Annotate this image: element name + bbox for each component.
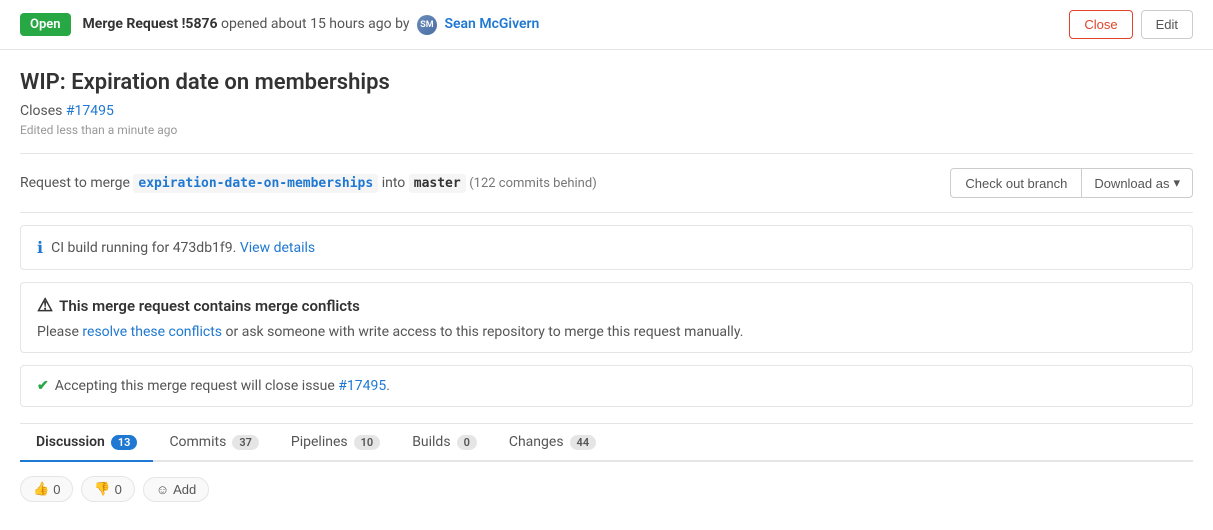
commits-behind: (122 commits behind) [469,176,597,191]
close-issue-box: ✔ Accepting this merge request will clos… [20,365,1193,407]
close-issue-before: Accepting this merge request will close … [55,378,339,394]
top-bar: Open Merge Request !5876 opened about 15… [0,0,1213,50]
download-label: Download as [1094,176,1169,191]
tab-label: Builds [412,434,450,450]
issue-link[interactable]: #17495 [338,378,386,394]
tab-commits[interactable]: Commits 37 [153,424,274,462]
avatar: SM [417,15,437,35]
warning-icon: ⚠ [37,295,53,316]
mr-meta-text: Merge Request !5876 opened about 15 hour… [83,16,540,32]
reaction-button[interactable]: 👍0 [20,476,73,502]
reactions: 👍0👎0☺Add [20,462,1193,510]
smiley-icon: ☺ [156,482,169,497]
tab-changes[interactable]: Changes 44 [493,424,612,462]
ci-box: ℹ CI build running for 473db1f9. View de… [20,225,1193,270]
top-bar-meta: Merge Request !5876 opened about 15 hour… [83,15,1070,35]
edit-button[interactable]: Edit [1141,10,1193,39]
author-link[interactable]: Sean McGivern [444,16,539,32]
tab-count: 44 [570,435,597,450]
closes-link[interactable]: #17495 [66,103,114,119]
chevron-down-icon: ▾ [1173,175,1180,191]
mr-opened-text: opened about 15 hours ago by [221,16,413,32]
closes-prefix: Closes [20,103,66,119]
tab-pipelines[interactable]: Pipelines 10 [275,424,396,462]
merge-actions: Check out branch Download as ▾ [950,168,1193,198]
tabs-section: Discussion 13 Commits 37 Pipelines 10 Builds 0 C… [20,423,1193,510]
conflict-title: ⚠ This merge request contains merge conf… [37,295,1176,316]
ci-text: CI build running for 473db1f9. View deta… [51,240,315,256]
mr-closes: Closes #17495 [20,103,1193,119]
merge-info-text: Request to merge expiration-date-on-memb… [20,175,950,191]
conflict-title-text: This merge request contains merge confli… [59,297,360,315]
add-reaction-button[interactable]: ☺ Add [143,477,209,502]
conflict-desc-before: Please [37,324,82,340]
tab-builds[interactable]: Builds 0 [396,424,493,462]
conflict-desc: Please resolve these conflicts or ask so… [37,324,1176,340]
close-issue-text: Accepting this merge request will close … [55,378,390,394]
tab-label: Discussion [36,434,105,450]
reaction-button[interactable]: 👎0 [81,476,134,502]
source-branch[interactable]: expiration-date-on-memberships [133,174,378,193]
checkout-branch-button[interactable]: Check out branch [950,168,1082,198]
tab-label: Changes [509,434,564,450]
open-badge: Open [20,13,71,36]
reaction-count: 0 [53,482,60,497]
conflict-box: ⚠ This merge request contains merge conf… [20,282,1193,353]
tab-count: 13 [111,435,138,450]
ci-view-details-link[interactable]: View details [240,240,315,256]
download-button[interactable]: Download as ▾ [1082,168,1193,198]
tab-count: 0 [457,435,477,450]
ci-icon: ℹ [37,238,43,257]
into-text: into [382,175,409,191]
reaction-icon: 👍 [33,481,49,497]
mr-edited: Edited less than a minute ago [20,123,1193,137]
ci-running-text: CI build running for 473db1f9. [51,240,236,256]
close-issue-after: . [386,378,390,394]
merge-info: Request to merge expiration-date-on-memb… [20,153,1193,213]
mr-title: WIP: Expiration date on memberships [20,70,1193,95]
tab-discussion[interactable]: Discussion 13 [20,424,153,462]
tab-label: Commits [169,434,226,450]
close-button[interactable]: Close [1069,10,1132,39]
request-to-merge-text: Request to merge [20,175,133,191]
resolve-conflicts-link[interactable]: resolve these conflicts [82,324,222,340]
add-reaction-label: Add [173,482,196,497]
checkmark-icon: ✔ [37,378,49,394]
tab-label: Pipelines [291,434,348,450]
reaction-icon: 👎 [94,481,110,497]
mr-id: Merge Request !5876 [83,16,218,32]
tab-count: 10 [354,435,381,450]
target-branch: master [409,174,466,193]
conflict-desc-after: or ask someone with write access to this… [222,324,743,340]
tab-count: 37 [232,435,259,450]
tabs: Discussion 13 Commits 37 Pipelines 10 Builds 0 C… [20,424,1193,462]
reaction-count: 0 [115,482,122,497]
top-bar-actions: Close Edit [1069,10,1193,39]
